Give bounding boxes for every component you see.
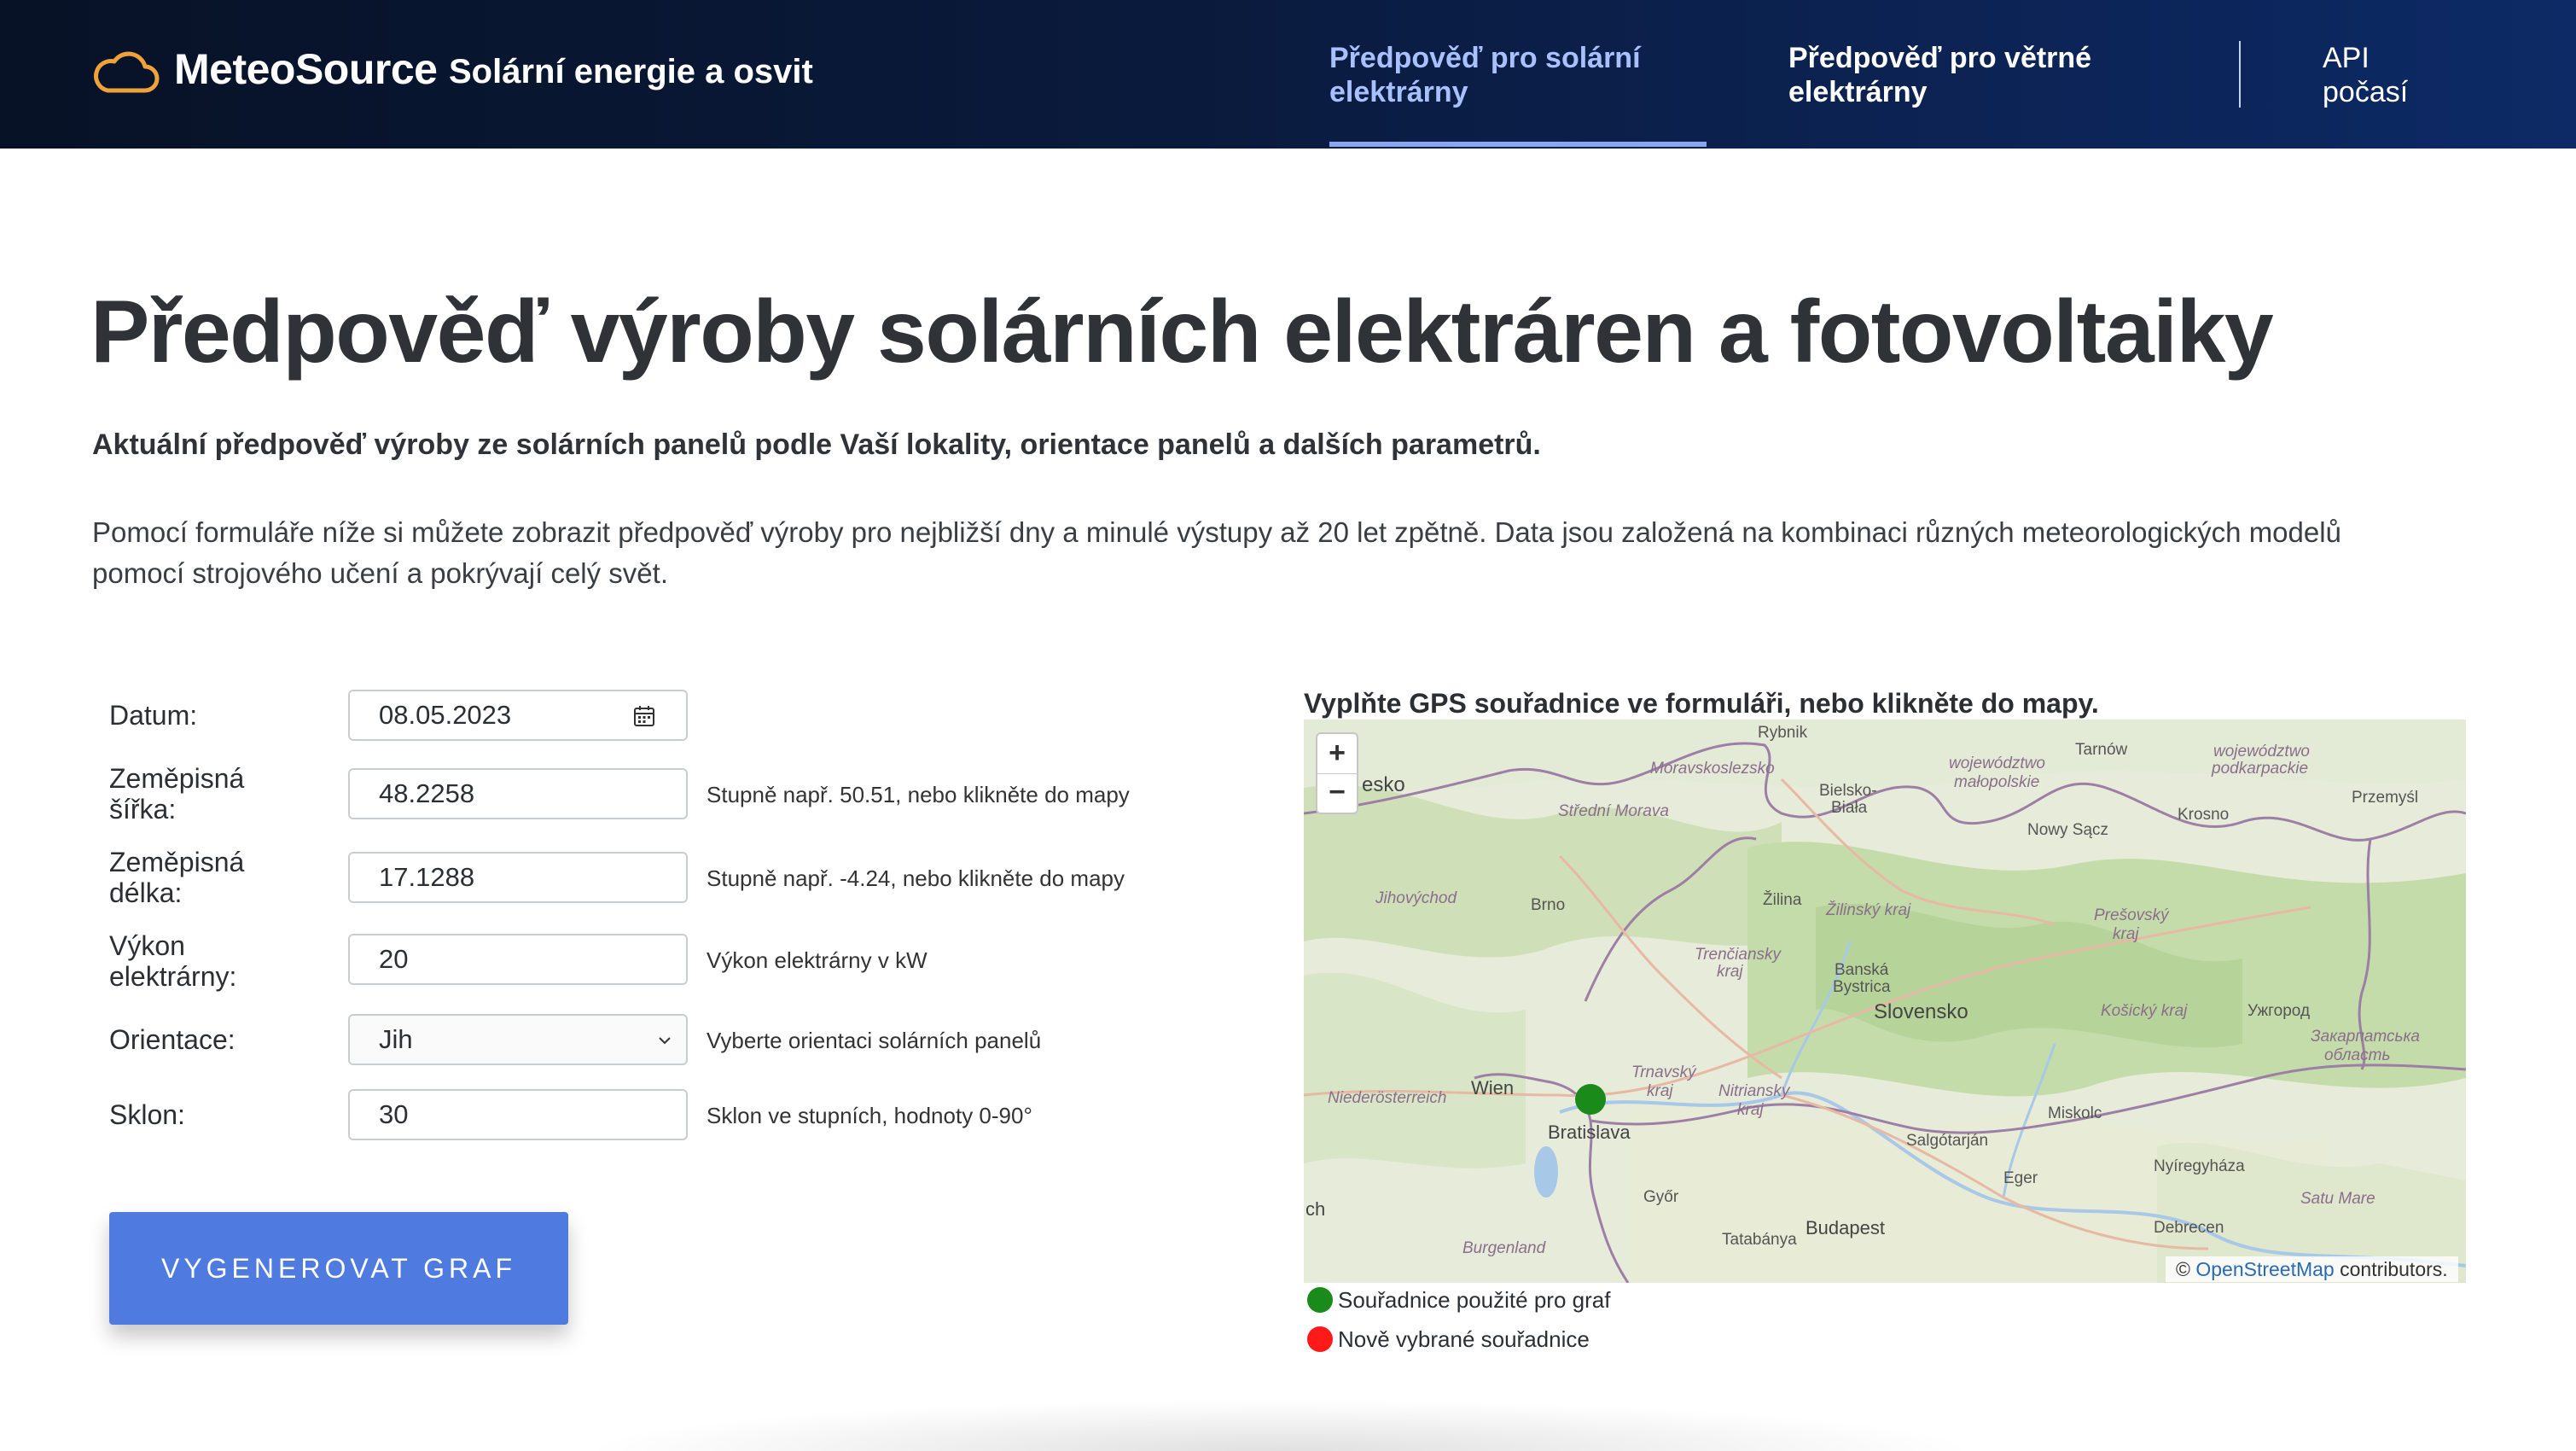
map-label-biala: Biała <box>1831 799 1868 817</box>
card-shadow <box>580 1400 1980 1451</box>
orientation-value: Jih <box>379 1024 413 1054</box>
openstreetmap-link[interactable]: OpenStreetMap <box>2195 1258 2334 1280</box>
map-label-podkarpackie-1: województwo <box>2213 743 2310 760</box>
nav-wind-forecast[interactable]: Předpověď pro větrné elektrárny <box>1788 41 2130 109</box>
map-label-moravskoslezsko: Moravskoslezsko <box>1650 760 1775 778</box>
orientation-hint: Vyberte orientaci solárních panelů <box>707 1028 1042 1053</box>
map-label-burgenland: Burgenland <box>1462 1239 1546 1257</box>
map-label-kosicky: Košický kraj <box>2101 1002 2188 1020</box>
red-dot-icon <box>1307 1326 1333 1352</box>
longitude-hint: Stupně např. -4.24, nebo klikněte do map… <box>707 865 1125 891</box>
map-label-trenciansky-1: Trenčiansky <box>1695 946 1782 964</box>
legend-new: Nově vybrané souřadnice <box>1307 1326 1590 1353</box>
power-hint: Výkon elektrárny v kW <box>707 947 927 973</box>
attribution-prefix: © <box>2176 1258 2190 1280</box>
latitude-input[interactable] <box>348 768 688 819</box>
page-lead: Aktuální předpověď výroby ze solárních p… <box>92 428 1541 461</box>
map-label-nitriansky-2: kraj <box>1737 1101 1764 1119</box>
tilt-label: Sklon: <box>109 1099 185 1130</box>
brand-name[interactable]: MeteoSource <box>174 44 438 94</box>
map-label-gyor: Győr <box>1643 1188 1679 1206</box>
map-label-zakarpatska-1: Закарпатська <box>2311 1028 2420 1046</box>
map-label-tatabanya: Tatabánya <box>1722 1231 1797 1249</box>
nav-solar-forecast[interactable]: Předpověď pro solární elektrárny <box>1329 41 1688 109</box>
map-instruction: Vyplňte GPS souřadnice ve formuláři, neb… <box>1304 688 2099 719</box>
power-label: Výkon elektrárny: <box>109 930 237 992</box>
top-navbar: MeteoSource Solární energie a osvit Před… <box>0 0 2576 149</box>
latitude-hint: Stupně např. 50.51, nebo klikněte do map… <box>707 782 1130 807</box>
nav-active-underline <box>1329 142 1707 147</box>
map-label-presovsky-2: kraj <box>2113 925 2139 943</box>
map-label-budapest: Budapest <box>1806 1217 1885 1238</box>
attribution-suffix: contributors. <box>2340 1258 2448 1280</box>
map-label-malopolskie-1: województwo <box>1949 755 2045 772</box>
map-label-banska-2: Bystrica <box>1833 978 1891 996</box>
map-label-eger: Eger <box>2003 1169 2038 1187</box>
page-title: Předpověď výroby solárních elektráren a … <box>90 283 2274 382</box>
date-label: Datum: <box>109 700 198 731</box>
map-label-przemysl: Przemyśl <box>2352 789 2419 807</box>
date-value: 08.05.2023 <box>379 700 512 730</box>
map-label-tarnow: Tarnów <box>2075 741 2128 759</box>
map-label-nyiregyhaza: Nyíregyháza <box>2154 1157 2245 1175</box>
map-attribution: © OpenStreetMap contributors. <box>2166 1256 2458 1282</box>
generate-chart-button[interactable]: VYGENEROVAT GRAF <box>109 1212 568 1325</box>
longitude-input[interactable] <box>348 852 688 903</box>
map-label-niederosterreich: Niederösterreich <box>1328 1089 1447 1107</box>
map-label-satu-mare: Satu Mare <box>2300 1190 2375 1208</box>
map-marker-used[interactable] <box>1575 1084 1606 1115</box>
map-label-nitriansky-1: Nitriansky <box>1718 1082 1790 1100</box>
map-label-malopolskie-2: małopolskie <box>1954 773 2040 791</box>
map-label-bielsko: Bielsko- <box>1819 782 1877 800</box>
map-label-zilinsky: Žilinský kraj <box>1826 901 1911 919</box>
map-label-zakarpatska-2: область <box>2324 1046 2391 1064</box>
zoom-in-button[interactable]: + <box>1317 734 1357 774</box>
power-input[interactable] <box>348 934 688 985</box>
map-label-trnavsky-2: kraj <box>1647 1082 1673 1100</box>
tilt-hint: Sklon ve stupních, hodnoty 0-90° <box>707 1103 1032 1128</box>
cloud-logo-icon <box>94 51 160 93</box>
map-label-trnavsky-1: Trnavský <box>1631 1063 1696 1081</box>
map-label-krosno: Krosno <box>2178 806 2230 824</box>
map-label-uzhorod: Ужгород <box>2247 1002 2311 1020</box>
brand-subtitle: Solární energie a osvit <box>449 53 813 90</box>
map-label-brno: Brno <box>1531 896 1566 914</box>
tilt-input[interactable] <box>348 1089 688 1140</box>
map-label-stredni-morava: Střední Morava <box>1558 802 1669 820</box>
map-label-bratislava: Bratislava <box>1548 1122 1631 1143</box>
map-label-wien: Wien <box>1471 1077 1515 1098</box>
latitude-label: Zeměpisná šířka: <box>109 763 245 825</box>
map-label-rybnik: Rybnik <box>1758 724 1808 742</box>
orientation-select[interactable]: Jih <box>348 1014 688 1065</box>
legend-used: Souřadnice použité pro graf <box>1307 1287 1610 1314</box>
zoom-out-button[interactable]: − <box>1317 773 1357 813</box>
map-label-zilina: Žilina <box>1763 891 1802 909</box>
map-label-presovsky-1: Prešovský <box>2094 906 2169 924</box>
nav-divider <box>2239 41 2241 108</box>
map-label-podkarpackie-2: podkarpackie <box>2212 760 2309 778</box>
orientation-label: Orientace: <box>109 1024 236 1055</box>
map-label-slovensko: Slovensko <box>1874 1000 1968 1023</box>
longitude-label: Zeměpisná délka: <box>109 847 245 908</box>
map-label-czesko: esko <box>1362 773 1405 796</box>
map-label-miskolc: Miskolc <box>2048 1104 2102 1122</box>
calendar-icon[interactable] <box>633 705 655 727</box>
legend-used-label: Souřadnice použité pro graf <box>1338 1287 1611 1313</box>
green-dot-icon <box>1307 1287 1333 1313</box>
date-field[interactable]: 08.05.2023 <box>348 690 688 741</box>
page-description: Pomocí formuláře níže si můžete zobrazit… <box>92 516 2341 589</box>
legend-new-label: Nově vybrané souřadnice <box>1338 1326 1590 1352</box>
map-label-banska-1: Banská <box>1835 961 1889 979</box>
map-label-salgotarjan: Salgótarján <box>1906 1132 1989 1150</box>
map-zoom-control: + − <box>1316 732 1358 814</box>
nav-weather-api[interactable]: API počasí <box>2323 41 2451 109</box>
map-label-jihovychod: Jihovýchod <box>1375 889 1457 907</box>
map-label-trenciansky-2: kraj <box>1717 963 1743 981</box>
chevron-down-icon <box>659 1037 671 1045</box>
map-label-ch: ch <box>1305 1198 1326 1220</box>
map-label-debrecen: Debrecen <box>2154 1219 2224 1237</box>
map-label-nowy-sacz: Nowy Sącz <box>2027 821 2109 839</box>
